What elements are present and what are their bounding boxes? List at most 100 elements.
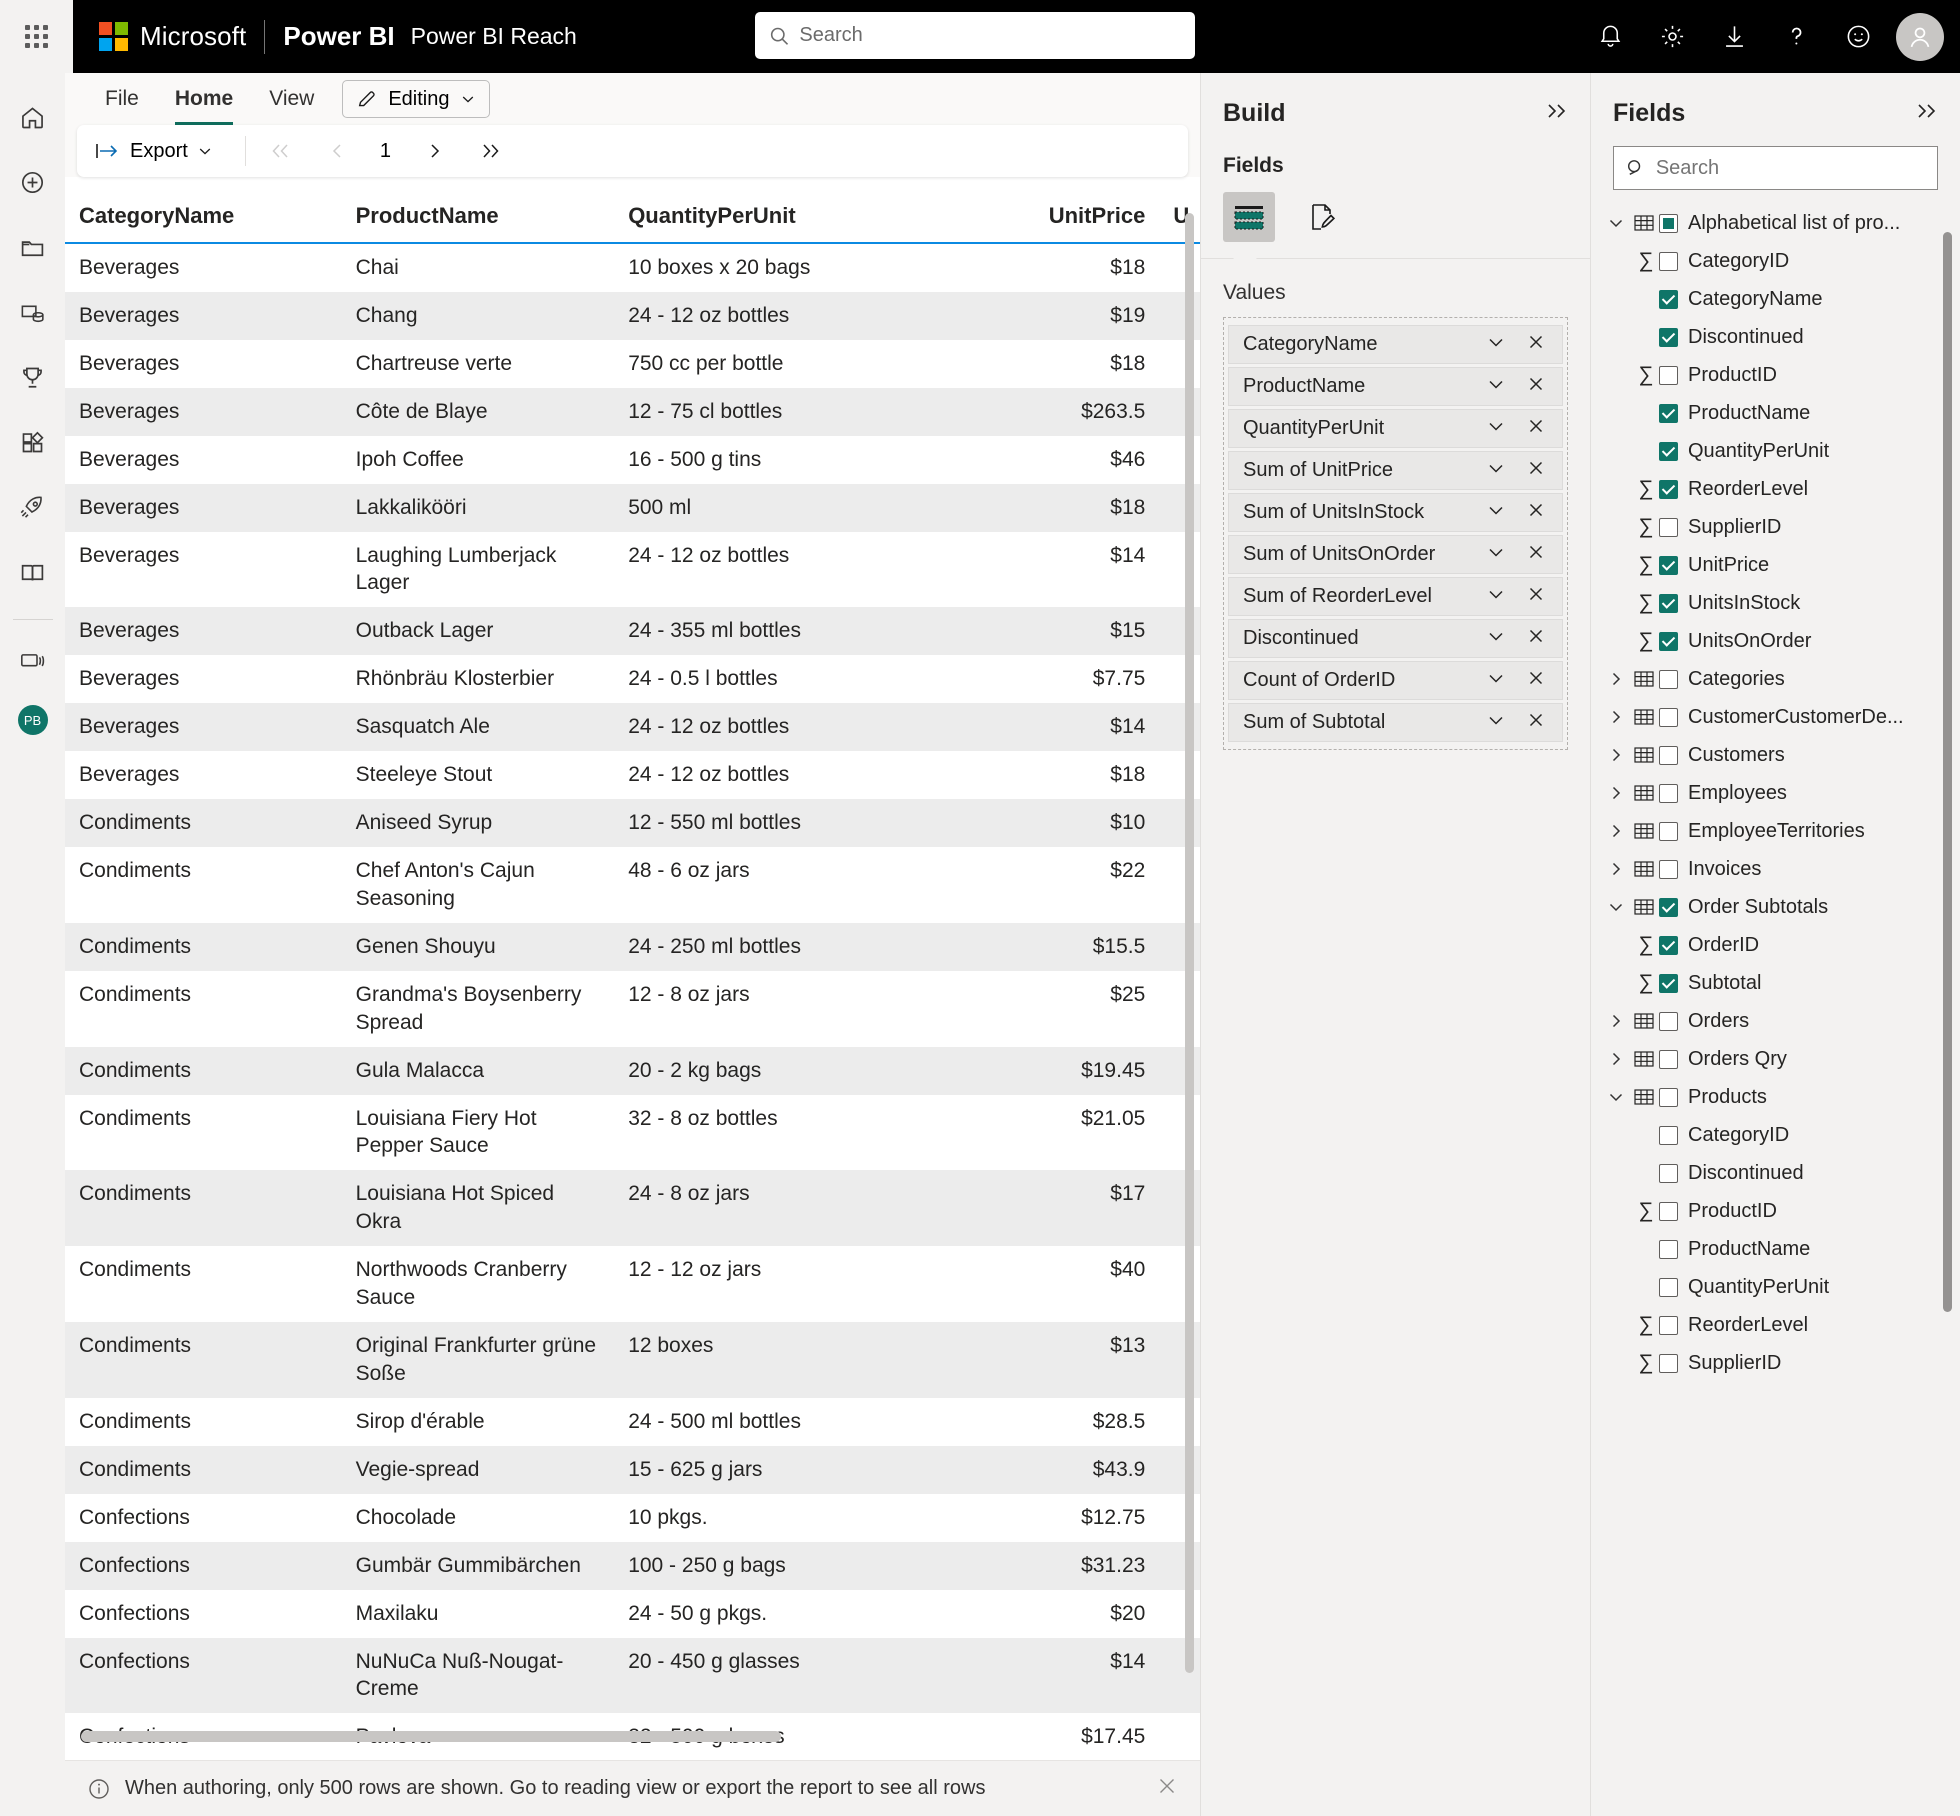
remove-field-icon[interactable]	[1516, 500, 1552, 526]
fields-tree-field[interactable]: ∑ UnitPrice	[1603, 546, 1960, 584]
fields-tree-field[interactable]: ∑ SupplierID	[1603, 1344, 1960, 1382]
fields-tree-table[interactable]: Categories	[1603, 660, 1960, 698]
table-row[interactable]: Beverages Chartreuse verte 750 cc per bott…	[65, 340, 1200, 388]
last-page-button[interactable]	[479, 142, 503, 160]
field-checkbox[interactable]	[1659, 479, 1678, 499]
field-well[interactable]: CategoryName	[1228, 325, 1563, 364]
table-horizontal-scrollbar[interactable]	[81, 1731, 1182, 1742]
table-row[interactable]: Condiments Sirop d'érable 24 - 500 ml bott…	[65, 1398, 1200, 1446]
field-well[interactable]: ProductName	[1228, 367, 1563, 406]
fields-tree-table[interactable]: Employees	[1603, 774, 1960, 812]
fields-tree-table[interactable]: Order Subtotals	[1603, 888, 1960, 926]
column-header-productname[interactable]: ProductName	[341, 203, 615, 244]
table-row[interactable]: Confections Chocolade 10 pkgs. $12.75	[65, 1494, 1200, 1542]
field-checkbox[interactable]	[1659, 973, 1678, 993]
field-checkbox[interactable]	[1659, 365, 1678, 385]
fields-search[interactable]	[1613, 146, 1938, 190]
workspace-badge[interactable]: PB	[17, 705, 48, 735]
format-visual-button[interactable]	[1297, 192, 1349, 242]
global-search[interactable]	[755, 12, 1195, 59]
field-checkbox[interactable]	[1659, 1277, 1678, 1297]
field-checkbox[interactable]	[1659, 555, 1678, 575]
fields-tree-field[interactable]: ∑ UnitsInStock	[1603, 584, 1960, 622]
field-well[interactable]: Discontinued	[1228, 619, 1563, 658]
chevron-down-icon[interactable]	[1476, 710, 1516, 736]
remove-field-icon[interactable]	[1516, 584, 1552, 610]
feedback-smiley-icon[interactable]	[1834, 13, 1882, 61]
table-row[interactable]: Confections Gumbär Gummibärchen 100 - 250 …	[65, 1541, 1200, 1590]
table-row[interactable]: Condiments Grandma's Boysenberry Spread 12…	[65, 971, 1200, 1047]
fields-search-input[interactable]	[1655, 156, 1925, 180]
chevron-down-icon[interactable]	[1603, 898, 1629, 916]
fields-tree-field[interactable]: ProductName	[1603, 1230, 1960, 1268]
remove-field-icon[interactable]	[1516, 374, 1552, 400]
chevron-right-icon[interactable]	[1603, 746, 1629, 764]
chevron-down-icon[interactable]	[1476, 416, 1516, 442]
field-checkbox[interactable]	[1659, 1125, 1678, 1145]
sidebar-item-apps[interactable]	[7, 416, 59, 468]
field-checkbox[interactable]	[1659, 213, 1678, 233]
field-checkbox[interactable]	[1659, 251, 1678, 271]
chevron-down-icon[interactable]	[1603, 1088, 1629, 1106]
fields-tree-table[interactable]: Alphabetical list of pro...	[1603, 204, 1960, 242]
sidebar-item-home[interactable]	[7, 91, 59, 143]
table-row[interactable]: Condiments Louisiana Hot Spiced Okra 24 - …	[65, 1170, 1200, 1247]
remove-field-icon[interactable]	[1516, 668, 1552, 694]
table-row[interactable]: Beverages Outback Lager 24 - 355 ml bottle…	[65, 607, 1200, 656]
table-row[interactable]: Beverages Ipoh Coffee 16 - 500 g tins $46	[65, 436, 1200, 484]
chevron-right-icon[interactable]	[1603, 822, 1629, 840]
table-row[interactable]: Confections Maxilaku 24 - 50 g pkgs. $20	[65, 1590, 1200, 1638]
fields-tree-field[interactable]: ∑ SupplierID	[1603, 508, 1960, 546]
chevron-right-icon[interactable]	[1603, 784, 1629, 802]
chevron-down-icon[interactable]	[1476, 332, 1516, 358]
table-row[interactable]: Condiments Aniseed Syrup 12 - 550 ml bottl…	[65, 799, 1200, 847]
field-well[interactable]: Sum of UnitsInStock	[1228, 493, 1563, 532]
first-page-button[interactable]	[268, 142, 292, 160]
notifications-icon[interactable]	[1586, 13, 1634, 61]
fields-tree-table[interactable]: Products	[1603, 1078, 1960, 1116]
field-checkbox[interactable]	[1659, 631, 1678, 651]
field-checkbox[interactable]	[1659, 935, 1678, 955]
next-page-button[interactable]	[423, 142, 447, 160]
table-row[interactable]: Condiments Northwoods Cranberry Sauce 12 -…	[65, 1246, 1200, 1322]
field-well[interactable]: Sum of UnitPrice	[1228, 451, 1563, 490]
help-question-icon[interactable]	[1772, 13, 1820, 61]
remove-field-icon[interactable]	[1516, 416, 1552, 442]
fields-tree-field[interactable]: QuantityPerUnit	[1603, 432, 1960, 470]
export-button[interactable]: Export	[95, 140, 223, 163]
field-checkbox[interactable]	[1659, 1087, 1678, 1107]
chevron-down-icon[interactable]	[1476, 374, 1516, 400]
table-row[interactable]: Beverages Lakkalikööri 500 ml $18	[65, 483, 1200, 532]
fields-tree-scrollbar[interactable]	[1943, 210, 1952, 1810]
fields-tree-field[interactable]: Discontinued	[1603, 1154, 1960, 1192]
field-well[interactable]: QuantityPerUnit	[1228, 409, 1563, 448]
fields-tree-field[interactable]: ∑ ProductID	[1603, 1192, 1960, 1230]
tab-view[interactable]: View	[251, 73, 332, 125]
sidebar-item-browse[interactable]	[7, 221, 59, 273]
field-checkbox[interactable]	[1659, 403, 1678, 423]
chevron-right-icon[interactable]	[1603, 670, 1629, 688]
tab-home[interactable]: Home	[157, 73, 251, 125]
download-icon[interactable]	[1710, 13, 1758, 61]
field-checkbox[interactable]	[1659, 821, 1678, 841]
field-well[interactable]: Sum of UnitsOnOrder	[1228, 535, 1563, 574]
chevron-right-icon[interactable]	[1603, 1050, 1629, 1068]
field-checkbox[interactable]	[1659, 1163, 1678, 1183]
table-row[interactable]: Beverages Chai 10 boxes x 20 bags $18	[65, 243, 1200, 292]
field-checkbox[interactable]	[1659, 669, 1678, 689]
fields-tree-field[interactable]: ∑ Subtotal	[1603, 964, 1960, 1002]
fields-tree-field[interactable]: ∑ OrderID	[1603, 926, 1960, 964]
chevron-right-icon[interactable]	[1603, 708, 1629, 726]
table-row[interactable]: Condiments Genen Shouyu 24 - 250 ml bottle…	[65, 922, 1200, 971]
fields-tree-field[interactable]: QuantityPerUnit	[1603, 1268, 1960, 1306]
sidebar-item-deployment[interactable]	[7, 481, 59, 533]
chevron-down-icon[interactable]	[1476, 668, 1516, 694]
table-row[interactable]: Condiments Chef Anton's Cajun Seasoning 48…	[65, 847, 1200, 923]
fields-tree-field[interactable]: ∑ CategoryID	[1603, 242, 1960, 280]
app-launcher-button[interactable]	[0, 0, 73, 73]
remove-field-icon[interactable]	[1516, 332, 1552, 358]
sidebar-item-workspaces[interactable]	[7, 634, 59, 686]
table-vertical-scrollbar[interactable]	[1185, 213, 1194, 1704]
table-row[interactable]: Beverages Steeleye Stout 24 - 12 oz bottle…	[65, 751, 1200, 799]
table-row[interactable]: Condiments Gula Malacca 20 - 2 kg bags $19.…	[65, 1046, 1200, 1095]
